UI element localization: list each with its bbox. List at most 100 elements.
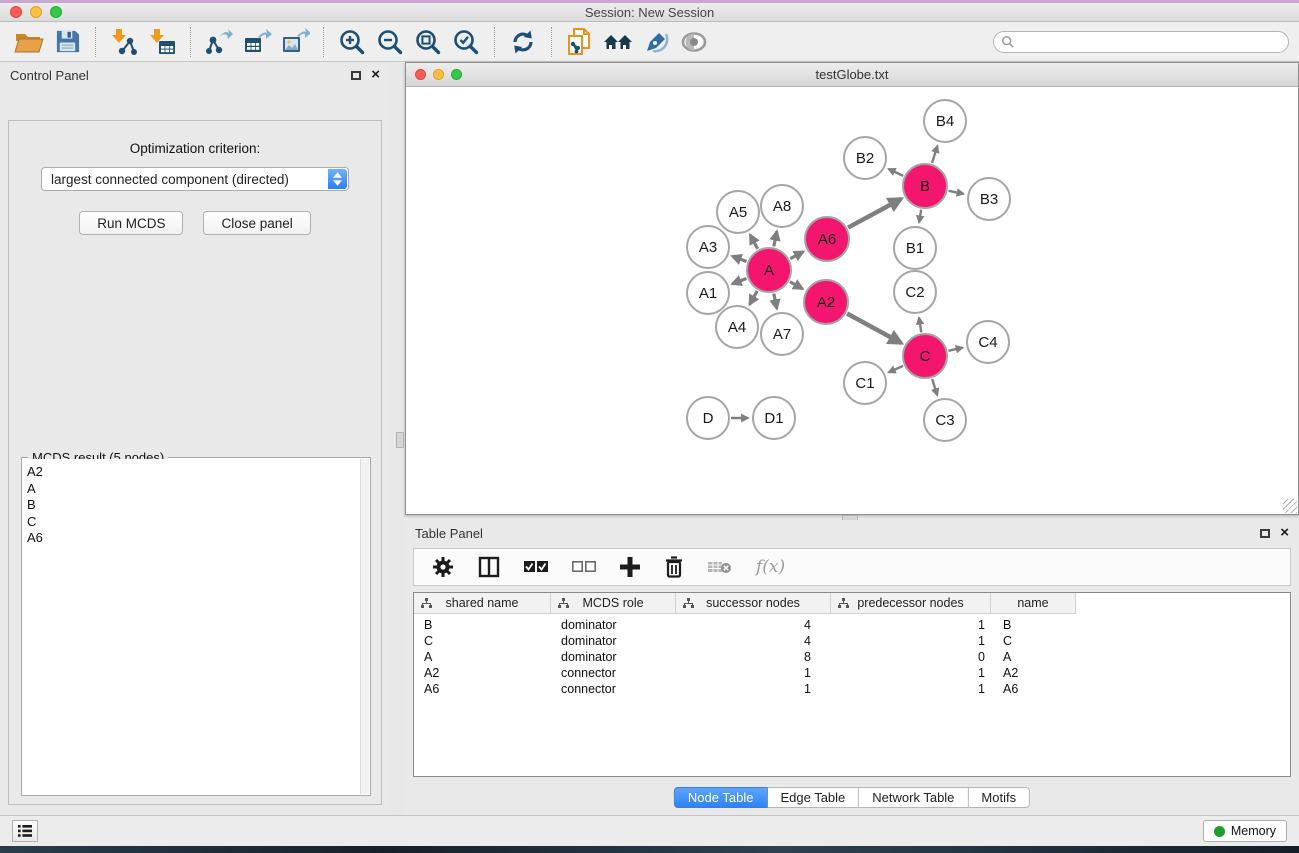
open-session-button[interactable] (10, 25, 48, 59)
result-list-item[interactable]: A (27, 481, 360, 498)
graph-edge-A-A1[interactable] (732, 278, 746, 283)
graph-edge-B-B2[interactable] (889, 169, 904, 176)
run-mcds-button[interactable]: Run MCDS (79, 211, 183, 235)
close-panel-icon[interactable]: × (371, 69, 380, 81)
graph-node-B1[interactable]: B1 (894, 227, 936, 269)
select-all-columns-button[interactable] (524, 561, 548, 573)
export-image-button[interactable] (276, 25, 314, 59)
graph-node-A8[interactable]: A8 (761, 185, 803, 227)
import-table-button[interactable] (143, 25, 181, 59)
table-row[interactable]: Bdominator41B (414, 617, 1290, 633)
float-panel-icon[interactable] (351, 71, 361, 80)
graph-node-A6[interactable]: A6 (805, 217, 849, 261)
graph-node-C3[interactable]: C3 (924, 399, 966, 441)
graph-node-C2[interactable]: C2 (894, 271, 936, 313)
graph-node-A2[interactable]: A2 (804, 280, 848, 324)
graph-node-A[interactable]: A (747, 248, 791, 292)
delete-column-button[interactable] (664, 556, 684, 578)
graph-node-C1[interactable]: C1 (844, 362, 886, 404)
create-column-button[interactable] (620, 557, 640, 577)
window-resize-grip[interactable] (1283, 499, 1297, 513)
node-label: A3 (699, 239, 717, 256)
graph-edge-A-A3[interactable] (732, 256, 746, 261)
result-list-item[interactable]: C (27, 514, 360, 531)
refresh-view-button[interactable] (504, 25, 542, 59)
graph-node-A3[interactable]: A3 (687, 226, 729, 268)
network-window-titlebar[interactable]: testGlobe.txt (406, 63, 1298, 87)
zoom-out-button[interactable] (371, 25, 409, 59)
close-panel-button[interactable]: Close panel (203, 211, 310, 235)
tab-motifs[interactable]: Motifs (968, 787, 1030, 808)
graph-edge-B-B4[interactable] (932, 146, 937, 163)
column-header-label: predecessor nodes (831, 596, 990, 610)
float-table-panel-icon[interactable] (1260, 529, 1270, 538)
graph-node-B4[interactable]: B4 (924, 100, 966, 142)
zoom-fit-button[interactable] (409, 25, 447, 59)
save-session-button[interactable] (48, 25, 86, 59)
search-input[interactable] (1015, 33, 1288, 51)
graph-edge-A-A7[interactable] (774, 294, 777, 309)
export-network-button[interactable] (200, 25, 238, 59)
graph-node-D1[interactable]: D1 (753, 397, 795, 439)
column-header-MCDS-role[interactable]: MCDS role (551, 593, 676, 614)
graph-node-B3[interactable]: B3 (968, 178, 1010, 220)
column-header-name[interactable]: name (991, 593, 1076, 614)
table-row[interactable]: A2connector11A2 (414, 665, 1290, 681)
show-graphics-details-button[interactable] (675, 25, 713, 59)
memory-button[interactable]: Memory (1203, 820, 1287, 842)
graph-edge-B-B3[interactable] (949, 191, 964, 194)
close-table-panel-icon[interactable]: × (1280, 527, 1289, 539)
show-columns-button[interactable] (478, 556, 500, 578)
hide-annotations-button[interactable] (637, 25, 675, 59)
graph-node-A5[interactable]: A5 (717, 191, 759, 233)
unselect-all-columns-button[interactable] (572, 561, 596, 573)
graph-node-B2[interactable]: B2 (844, 137, 886, 179)
table-row[interactable]: Cdominator41C (414, 633, 1290, 649)
graph-edge-A-A2[interactable] (790, 282, 803, 289)
graph-node-A4[interactable]: A4 (716, 306, 758, 348)
graph-edge-C-C3[interactable] (932, 379, 937, 395)
result-scrollbar[interactable] (360, 459, 369, 794)
graph-node-A7[interactable]: A7 (761, 313, 803, 355)
result-list-item[interactable]: A2 (27, 464, 360, 481)
export-table-button[interactable] (238, 25, 276, 59)
node-table: shared nameMCDS rolesuccessor nodesprede… (413, 592, 1291, 777)
zoom-in-button[interactable] (333, 25, 371, 59)
cybrowser-home-button[interactable] (599, 25, 637, 59)
graph-node-A1[interactable]: A1 (687, 272, 729, 314)
table-row[interactable]: A6connector11A6 (414, 681, 1290, 697)
graph-edge-C-C1[interactable] (889, 366, 903, 372)
tab-node-table[interactable]: Node Table (674, 787, 768, 808)
column-header-predecessor-nodes[interactable]: predecessor nodes (831, 593, 991, 614)
task-history-button[interactable] (12, 820, 38, 842)
tab-edge-table[interactable]: Edge Table (767, 787, 859, 808)
graph-edge-B-B1[interactable] (919, 210, 921, 223)
criterion-select[interactable]: largest connected component (directed) (41, 167, 349, 191)
table-cell: 4 (676, 634, 831, 648)
graph-node-B[interactable]: B (903, 164, 947, 208)
graph-edge-A-A6[interactable] (790, 252, 803, 259)
result-list-item[interactable]: B (27, 497, 360, 514)
graph-edge-A-A5[interactable] (750, 235, 757, 249)
column-header-shared-name[interactable]: shared name (414, 593, 551, 614)
graph-edge-C-C4[interactable] (948, 348, 962, 351)
import-network-button[interactable] (105, 25, 143, 59)
search-field[interactable] (993, 31, 1289, 53)
network-canvas[interactable]: A A1 A2 A3 A4 A5 A6 A7 A8 B B1 B2 B3B4 C C1 C2 C3C4 D D1 (406, 87, 1298, 514)
table-row[interactable]: Adominator80A (414, 649, 1290, 665)
graph-edge-C-C2[interactable] (919, 318, 921, 333)
table-options-button[interactable] (432, 556, 454, 578)
graph-edge-A6-B[interactable] (848, 199, 901, 228)
result-list-item[interactable]: A6 (27, 530, 360, 547)
graph-node-D[interactable]: D (687, 397, 729, 439)
splitpane-grip-vertical[interactable] (396, 432, 404, 448)
network-from-selection-button[interactable] (561, 25, 599, 59)
zoom-selected-button[interactable] (447, 25, 485, 59)
graph-edge-A-A8[interactable] (774, 231, 777, 246)
graph-edge-A-A4[interactable] (750, 291, 758, 304)
graph-node-C4[interactable]: C4 (967, 321, 1009, 363)
graph-edge-A2-C[interactable] (847, 313, 901, 343)
graph-node-C[interactable]: C (903, 334, 947, 378)
column-header-successor-nodes[interactable]: successor nodes (676, 593, 831, 614)
tab-network-table[interactable]: Network Table (859, 787, 968, 808)
